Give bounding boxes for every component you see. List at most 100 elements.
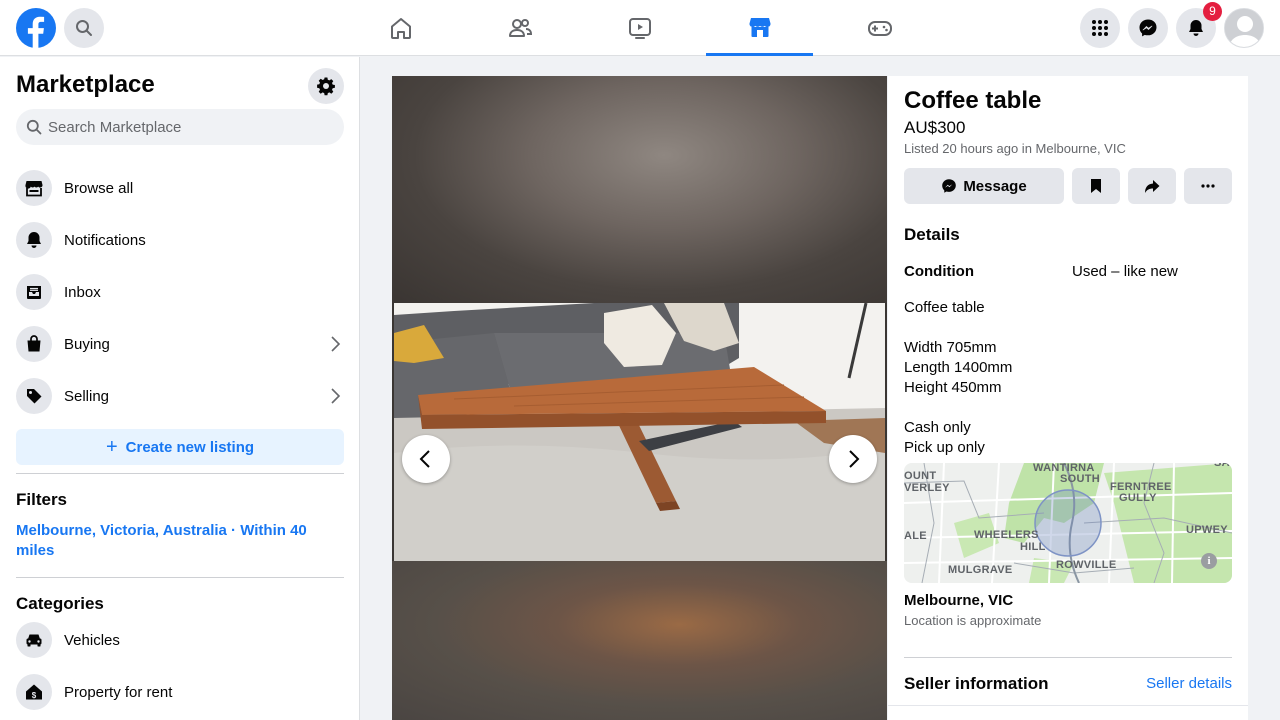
map-info-icon[interactable]: i — [1201, 553, 1217, 569]
map-label: WHEELERS — [974, 529, 1039, 541]
category-item-vehicles[interactable]: Vehicles — [16, 618, 344, 662]
sidebar-item-label: Selling — [64, 387, 110, 405]
description-line: Height 450mm — [904, 379, 1002, 396]
create-new-listing-button[interactable]: + Create new listing — [16, 429, 344, 465]
condition-label: Condition — [904, 263, 974, 280]
listing-details-panel: Coffee table AU$300 Listed 20 hours ago … — [888, 76, 1248, 705]
bell-icon — [27, 232, 41, 248]
listing-photo — [394, 303, 885, 561]
car-icon — [26, 634, 42, 647]
chevron-right-icon — [849, 450, 860, 468]
more-horizontal-icon — [1201, 184, 1215, 188]
grid-menu-icon — [1092, 20, 1108, 36]
search-button[interactable] — [64, 8, 104, 48]
menu-button[interactable] — [1080, 8, 1120, 48]
tab-watch[interactable] — [586, 0, 693, 56]
map-label: VERLEY — [904, 482, 950, 494]
profile-avatar[interactable] — [1224, 8, 1264, 48]
seller-section-continuation — [888, 705, 1248, 720]
coffee-table-photo — [394, 303, 885, 561]
home-icon — [390, 18, 411, 39]
condition-value: Used – like new — [1072, 263, 1178, 280]
chevron-right-icon — [331, 388, 341, 404]
details-heading: Details — [904, 225, 960, 244]
listing-price: AU$300 — [904, 118, 966, 137]
section-divider — [904, 657, 1232, 658]
default-avatar-icon — [1225, 9, 1263, 47]
description-line — [904, 398, 1012, 418]
map-label: OUNT — [904, 470, 937, 482]
share-icon — [1145, 180, 1160, 193]
filters-heading: Filters — [16, 490, 68, 509]
plus-icon: + — [105, 436, 118, 458]
tab-friends[interactable] — [466, 0, 573, 56]
chevron-left-icon — [419, 450, 430, 468]
messenger-button[interactable] — [1128, 8, 1168, 48]
seller-information-heading: Seller information — [904, 674, 1049, 693]
tab-home[interactable] — [347, 0, 454, 56]
next-photo-button[interactable] — [829, 435, 877, 483]
map-label: MULGRAVE — [948, 564, 1013, 576]
top-navigation-bar: 9 — [0, 0, 1280, 56]
description-line: Cash only — [904, 419, 971, 436]
listing-title: Coffee table — [904, 87, 1042, 114]
facebook-logo[interactable] — [16, 8, 56, 48]
description-line: Width 705mm — [904, 339, 997, 356]
messenger-icon — [1139, 19, 1157, 37]
tab-gaming[interactable] — [826, 0, 933, 56]
more-options-button[interactable] — [1184, 168, 1232, 204]
description-line: Length 1400mm — [904, 359, 1013, 376]
sidebar-item-label: Notifications — [64, 231, 146, 249]
settings-button[interactable] — [308, 68, 344, 104]
sidebar-item-notifications[interactable]: Notifications — [16, 218, 344, 262]
description-line: Pick up only — [904, 439, 985, 456]
map-label: HILL — [1020, 541, 1046, 553]
marketplace-search-field[interactable] — [16, 109, 344, 145]
previous-photo-button[interactable] — [402, 435, 450, 483]
messenger-icon — [942, 179, 957, 193]
category-label: Vehicles — [64, 631, 120, 649]
svg-text:$: $ — [32, 691, 37, 700]
save-listing-button[interactable] — [1072, 168, 1120, 204]
inbox-icon — [27, 286, 41, 299]
seller-details-link[interactable]: Seller details — [1146, 675, 1232, 692]
map-label: ROWVILLE — [1056, 559, 1117, 571]
categories-heading: Categories — [16, 594, 104, 613]
sidebar-title: Marketplace — [16, 71, 155, 98]
sidebar-item-browse-all[interactable]: Browse all — [16, 166, 344, 210]
sidebar-item-inbox[interactable]: Inbox — [16, 270, 344, 314]
storefront-icon — [25, 181, 43, 197]
gamepad-icon — [867, 21, 892, 36]
description-line: Coffee table — [904, 299, 985, 316]
message-seller-button[interactable]: Message — [904, 168, 1064, 204]
map-label: GULLY — [1119, 492, 1157, 504]
notification-count-badge: 9 — [1203, 2, 1222, 21]
search-icon — [26, 119, 42, 135]
sidebar-item-label: Inbox — [64, 283, 101, 301]
message-button-label: Message — [963, 177, 1027, 195]
bell-icon — [1189, 20, 1203, 36]
location-name: Melbourne, VIC — [904, 592, 1014, 609]
listing-photo-viewer — [392, 76, 887, 720]
sidebar-item-selling[interactable]: Selling — [16, 374, 344, 418]
bookmark-icon — [1091, 179, 1101, 193]
map-label: UPWEY — [1186, 524, 1228, 536]
description-line — [904, 318, 1012, 338]
listing-posted-info: Listed 20 hours ago in Melbourne, VIC — [904, 141, 1126, 156]
tab-marketplace[interactable] — [706, 0, 813, 56]
category-label: Property for rent — [64, 683, 173, 701]
notifications-button[interactable]: 9 — [1176, 2, 1222, 48]
map-label: ALE — [904, 530, 927, 542]
video-icon — [628, 18, 651, 39]
share-listing-button[interactable] — [1128, 168, 1176, 204]
marketplace-icon — [748, 17, 771, 37]
sidebar-item-buying[interactable]: Buying — [16, 322, 344, 366]
map-label: SA — [1214, 463, 1230, 469]
search-input[interactable] — [48, 118, 328, 136]
blurred-photo-background — [392, 76, 887, 303]
category-item-property-for-rent[interactable]: $ Property for rent — [16, 670, 344, 714]
location-filter-link[interactable]: Melbourne, Victoria, Australia · Within … — [16, 521, 336, 561]
marketplace-sidebar: Marketplace Browse all Notifications Inb… — [0, 57, 360, 720]
sidebar-divider — [16, 577, 344, 578]
location-map[interactable]: WANTIRNA SOUTH OUNT VERLEY FERNTREE GULL… — [904, 463, 1232, 583]
